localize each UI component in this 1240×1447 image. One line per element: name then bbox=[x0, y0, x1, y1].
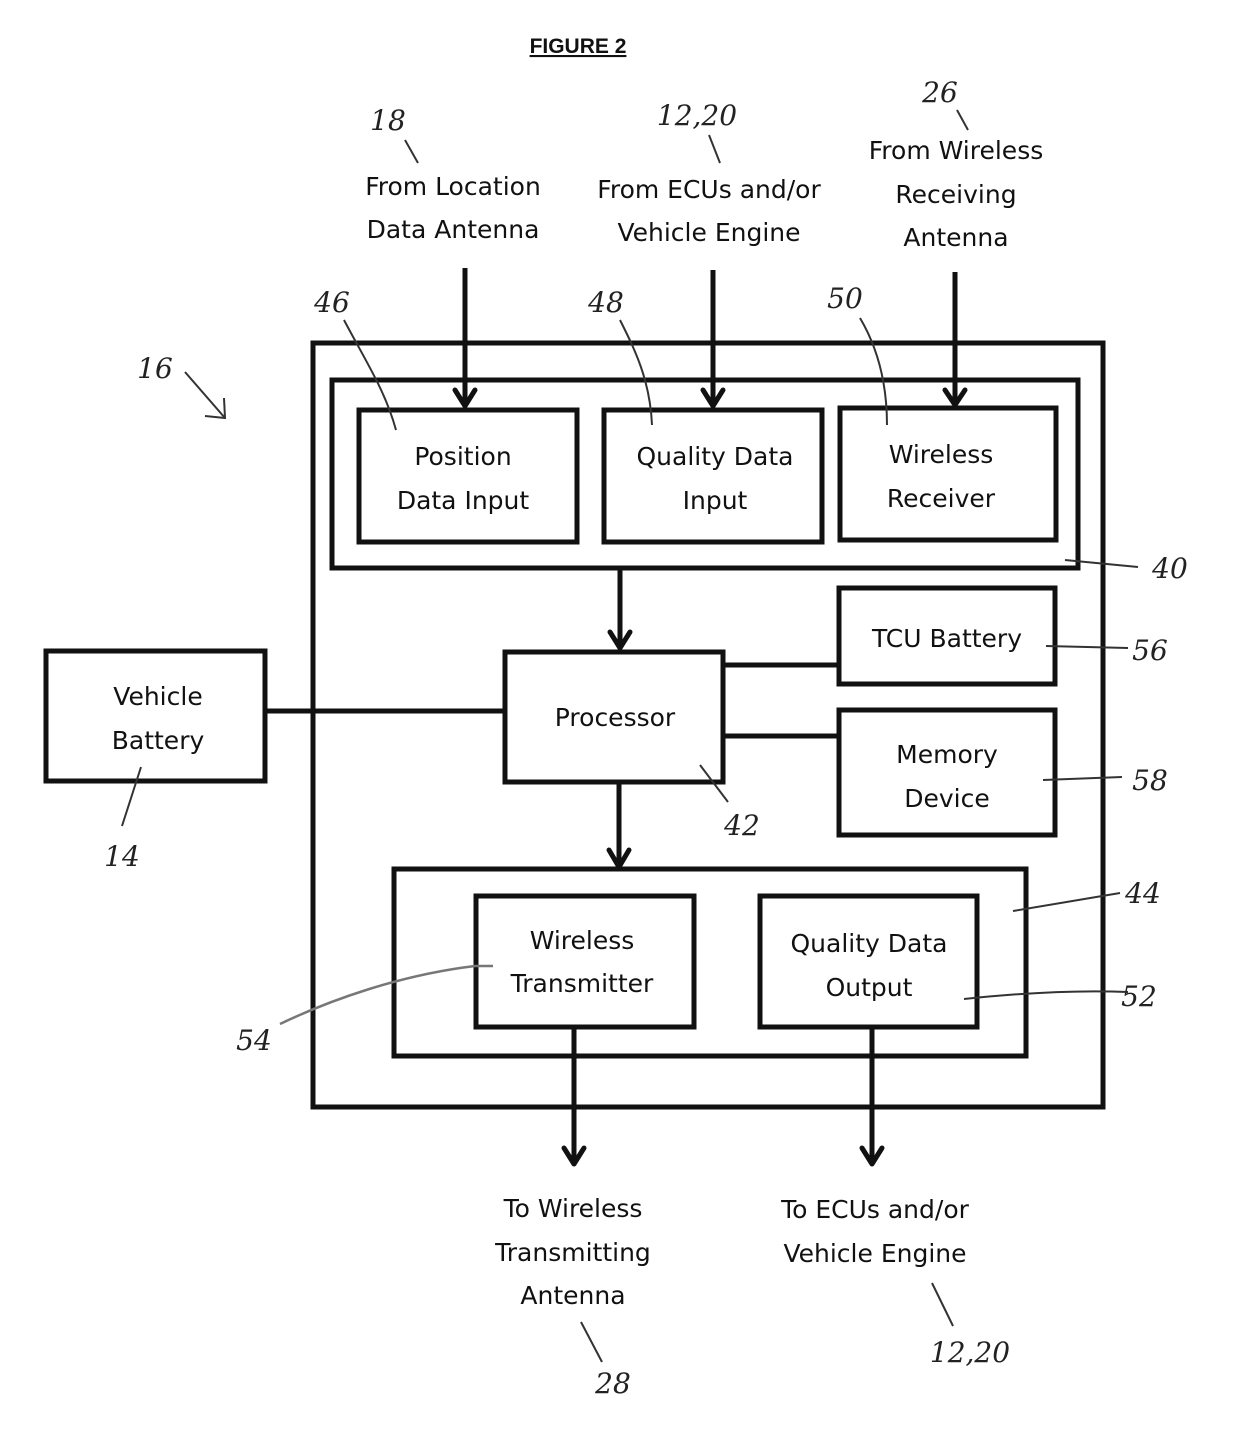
ref-28: 28 bbox=[594, 1367, 631, 1400]
input-label-line: Vehicle Engine bbox=[617, 218, 800, 247]
input-label-line: From ECUs and/or bbox=[597, 175, 821, 204]
output-label-line: To Wireless bbox=[503, 1194, 643, 1223]
input-label-line: Antenna bbox=[903, 223, 1008, 252]
input-label-line: From Location bbox=[365, 172, 541, 201]
ref-46: 46 bbox=[313, 286, 350, 319]
block-quality-data-input: Quality Data Input bbox=[601, 407, 825, 545]
input-label-line: Receiving bbox=[895, 180, 1016, 209]
output-label-line: Vehicle Engine bbox=[783, 1239, 966, 1268]
output-label-line: Transmitting bbox=[494, 1238, 651, 1267]
block-label: TCU Battery bbox=[871, 624, 1022, 653]
arrow-down-icon bbox=[859, 1027, 885, 1167]
arrow-down-icon bbox=[700, 270, 726, 409]
input-source-ecus: 12,20 From ECUs and/or Vehicle Engine bbox=[597, 99, 821, 247]
ref-18: 18 bbox=[370, 104, 406, 137]
input-label-line: Data Antenna bbox=[367, 215, 540, 244]
ref-54: 54 bbox=[236, 1024, 272, 1057]
ref-14: 14 bbox=[104, 840, 140, 873]
block-position-data-input: Position Data Input bbox=[356, 407, 580, 545]
output-destination-wireless: To Wireless Transmitting Antenna 28 bbox=[494, 1194, 651, 1400]
block-label: Data Input bbox=[397, 486, 530, 515]
input-source-wireless: 26 From Wireless Receiving Antenna bbox=[869, 76, 1044, 252]
ref-12-20-out: 12,20 bbox=[930, 1336, 1010, 1369]
ref-58: 58 bbox=[1132, 764, 1168, 797]
output-label-line: Antenna bbox=[520, 1281, 625, 1310]
system-pointer-arrow-icon bbox=[184, 371, 227, 420]
block-label: Memory bbox=[896, 740, 998, 769]
patent-block-diagram: FIGURE 2 16 18 From Location Data Antenn… bbox=[43, 35, 1188, 1400]
ref-56: 56 bbox=[1132, 634, 1168, 667]
block-label: Processor bbox=[555, 703, 676, 732]
input-label-line: From Wireless bbox=[869, 136, 1044, 165]
block-label: Battery bbox=[112, 726, 205, 755]
ref-42: 42 bbox=[723, 809, 760, 842]
input-source-location: 18 From Location Data Antenna bbox=[365, 104, 541, 244]
ref-16: 16 bbox=[137, 352, 173, 385]
figure-title: FIGURE 2 bbox=[530, 35, 627, 58]
arrow-down-icon bbox=[942, 272, 968, 408]
block-label: Quality Data bbox=[791, 929, 948, 958]
arrow-down-icon bbox=[606, 782, 632, 870]
ref-48: 48 bbox=[587, 286, 624, 319]
output-label-line: To ECUs and/or bbox=[780, 1195, 970, 1224]
block-label: Receiver bbox=[887, 484, 996, 513]
block-wireless-receiver: Wireless Receiver bbox=[837, 405, 1059, 543]
block-quality-data-output: Quality Data Output bbox=[757, 893, 980, 1030]
block-label: Input bbox=[683, 486, 748, 515]
block-label: Output bbox=[826, 973, 913, 1002]
block-label: Quality Data bbox=[637, 442, 794, 471]
block-tcu-battery: TCU Battery bbox=[836, 585, 1058, 687]
block-memory-device: Memory Device bbox=[836, 707, 1058, 838]
block-wireless-transmitter: Wireless Transmitter bbox=[473, 893, 697, 1030]
block-processor: Processor bbox=[502, 649, 726, 785]
block-label: Device bbox=[904, 784, 990, 813]
block-vehicle-battery: Vehicle Battery bbox=[43, 648, 268, 784]
ref-26: 26 bbox=[921, 76, 958, 109]
block-label: Vehicle bbox=[113, 682, 202, 711]
ref-44: 44 bbox=[1124, 877, 1161, 910]
ref-52: 52 bbox=[1121, 980, 1157, 1013]
block-label: Wireless bbox=[530, 926, 635, 955]
ref-12-20-in: 12,20 bbox=[657, 99, 737, 132]
arrow-down-icon bbox=[561, 1027, 587, 1167]
block-label: Transmitter bbox=[510, 969, 654, 998]
arrow-down-icon bbox=[607, 570, 633, 651]
output-destination-ecus: To ECUs and/or Vehicle Engine 12,20 bbox=[780, 1195, 1010, 1369]
block-label: Wireless bbox=[889, 440, 994, 469]
ref-40: 40 bbox=[1151, 552, 1188, 585]
arrow-down-icon bbox=[452, 268, 478, 409]
block-label: Position bbox=[414, 442, 511, 471]
ref-50: 50 bbox=[827, 282, 863, 315]
